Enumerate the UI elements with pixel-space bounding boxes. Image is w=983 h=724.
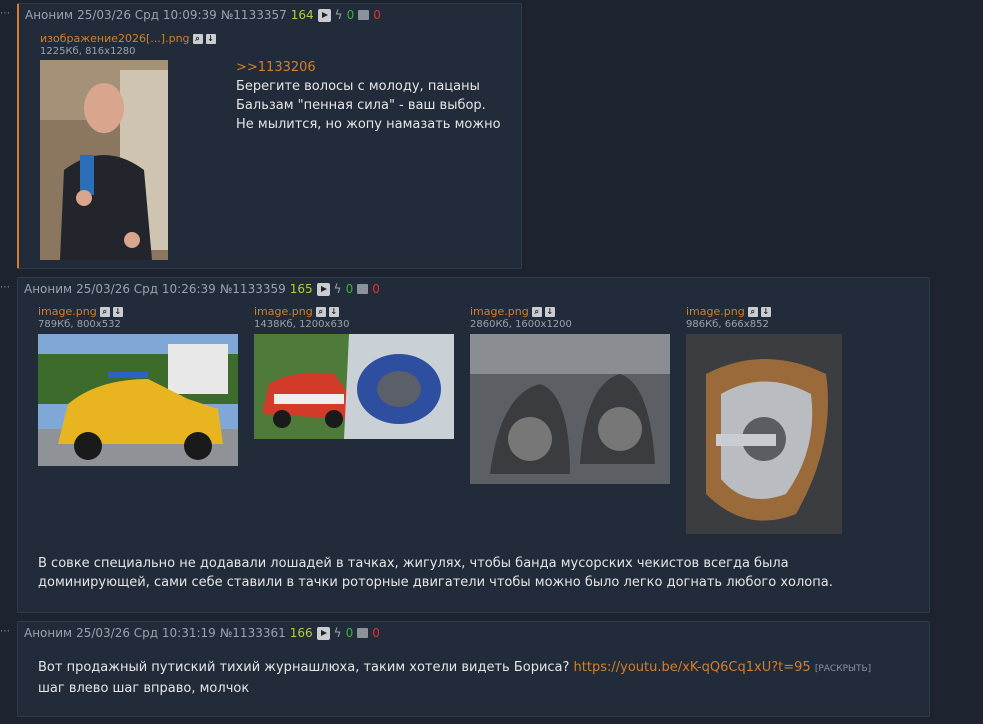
post-header: Аноним 25/03/26 Срд 10:09:39 №1133357 16… <box>25 8 381 22</box>
image-thumbnail[interactable] <box>40 60 168 260</box>
search-icon[interactable]: ⌕ <box>192 33 203 44</box>
lightning-icon[interactable]: ϟ <box>334 626 342 640</box>
like-count[interactable]: 0 <box>347 8 355 22</box>
post-date: 25/03/26 Срд 10:26:39 <box>76 282 216 296</box>
download-icon[interactable]: ↓ <box>112 306 123 317</box>
download-icon[interactable]: ↓ <box>544 306 555 317</box>
post-line: Берегите волосы с молоду, пацаны <box>236 79 480 94</box>
post-number[interactable]: №1133361 <box>220 626 286 640</box>
post-index: 164 <box>290 8 314 22</box>
post-body: В совке специально не додавали лошадей в… <box>38 554 833 592</box>
file-info: изображение2026[...].png ⌕ ↓ 1225Кб, 816… <box>40 32 216 57</box>
post-author: Аноним <box>25 8 74 22</box>
search-icon[interactable]: ⌕ <box>531 306 542 317</box>
file-info: image.png ⌕ ↓ 2860Кб, 1600x1200 <box>470 305 572 330</box>
image-thumbnail[interactable] <box>470 334 670 484</box>
post-date: 25/03/26 Срд 10:31:19 <box>76 626 216 640</box>
post-line: шаг влево шаг вправо, молчок <box>38 681 250 696</box>
post-text: Вот продажный путиский тихий журнашлюха,… <box>38 660 574 675</box>
post-line: доминирующей, сами себе ставили в тачки … <box>38 575 833 590</box>
file-info: image.png ⌕ ↓ 1438Кб, 1200x630 <box>254 305 350 330</box>
file-meta: 1438Кб, 1200x630 <box>254 319 350 330</box>
post-line: В совке специально не додавали лошадей в… <box>38 556 789 571</box>
download-icon[interactable]: ↓ <box>760 306 771 317</box>
file-info: image.png ⌕ ↓ 789Кб, 800x532 <box>38 305 123 330</box>
play-icon[interactable] <box>316 626 330 640</box>
post-1133361: Аноним 25/03/26 Срд 10:31:19 №1133361 16… <box>17 621 930 717</box>
post-date: 25/03/26 Срд 10:09:39 <box>77 8 217 22</box>
file-name[interactable]: image.png <box>254 305 313 318</box>
post-1133359: Аноним 25/03/26 Срд 10:26:39 №1133359 16… <box>17 277 930 613</box>
expand-button[interactable]: [РАСКРЫТЬ] <box>815 664 871 674</box>
post-author: Аноним <box>24 282 73 296</box>
file-meta: 2860Кб, 1600x1200 <box>470 319 572 330</box>
reply-link[interactable]: >>1133206 <box>236 58 501 77</box>
like-count[interactable]: 0 <box>346 626 354 640</box>
search-icon[interactable]: ⌕ <box>747 306 758 317</box>
image-thumbnail[interactable] <box>686 334 842 534</box>
search-icon[interactable]: ⌕ <box>99 306 110 317</box>
play-icon[interactable] <box>316 282 330 296</box>
post-header: Аноним 25/03/26 Срд 10:26:39 №1133359 16… <box>24 282 380 296</box>
dislike-icon[interactable] <box>357 284 369 294</box>
post-line: Бальзам "пенная сила" - ваш выбор. <box>236 98 486 113</box>
file-name[interactable]: изображение2026[...].png <box>40 32 190 45</box>
dislike-icon[interactable] <box>358 10 370 20</box>
post-index: 165 <box>289 282 313 296</box>
dislike-count[interactable]: 0 <box>372 282 380 296</box>
post-author: Аноним <box>24 626 73 640</box>
post-line: Не мылится, но жопу намазать можно <box>236 117 501 132</box>
file-name[interactable]: image.png <box>470 305 529 318</box>
like-count[interactable]: 0 <box>346 282 354 296</box>
file-meta: 789Кб, 800x532 <box>38 319 121 330</box>
dislike-icon[interactable] <box>357 628 369 638</box>
search-icon[interactable]: ⌕ <box>315 306 326 317</box>
file-meta: 1225Кб, 816x1280 <box>40 46 136 57</box>
post-number[interactable]: №1133359 <box>220 282 286 296</box>
post-number[interactable]: №1133357 <box>221 8 287 22</box>
dislike-count[interactable]: 0 <box>373 8 381 22</box>
post-1133357: Аноним 25/03/26 Срд 10:09:39 №1133357 16… <box>17 3 522 269</box>
post-index: 166 <box>289 626 313 640</box>
post-dots[interactable]: ⋯ <box>0 8 11 19</box>
image-thumbnail[interactable] <box>38 334 238 466</box>
post-header: Аноним 25/03/26 Срд 10:31:19 №1133361 16… <box>24 626 380 640</box>
dislike-count[interactable]: 0 <box>372 626 380 640</box>
post-dots[interactable]: ⋯ <box>0 282 11 293</box>
download-icon[interactable]: ↓ <box>205 33 216 44</box>
lightning-icon[interactable]: ϟ <box>335 8 343 22</box>
image-thumbnail[interactable] <box>254 334 454 439</box>
file-name[interactable]: image.png <box>38 305 97 318</box>
file-meta: 986Кб, 666x852 <box>686 319 769 330</box>
external-link[interactable]: https://youtu.be/xK-qQ6Cq1xU?t=95 <box>574 660 811 675</box>
download-icon[interactable]: ↓ <box>328 306 339 317</box>
post-dots[interactable]: ⋯ <box>0 626 11 637</box>
play-icon[interactable] <box>317 8 331 22</box>
post-body: Вот продажный путиский тихий журнашлюха,… <box>38 658 871 698</box>
post-body: >>1133206 Берегите волосы с молоду, паца… <box>236 58 501 134</box>
file-name[interactable]: image.png <box>686 305 745 318</box>
file-info: image.png ⌕ ↓ 986Кб, 666x852 <box>686 305 771 330</box>
lightning-icon[interactable]: ϟ <box>334 282 342 296</box>
